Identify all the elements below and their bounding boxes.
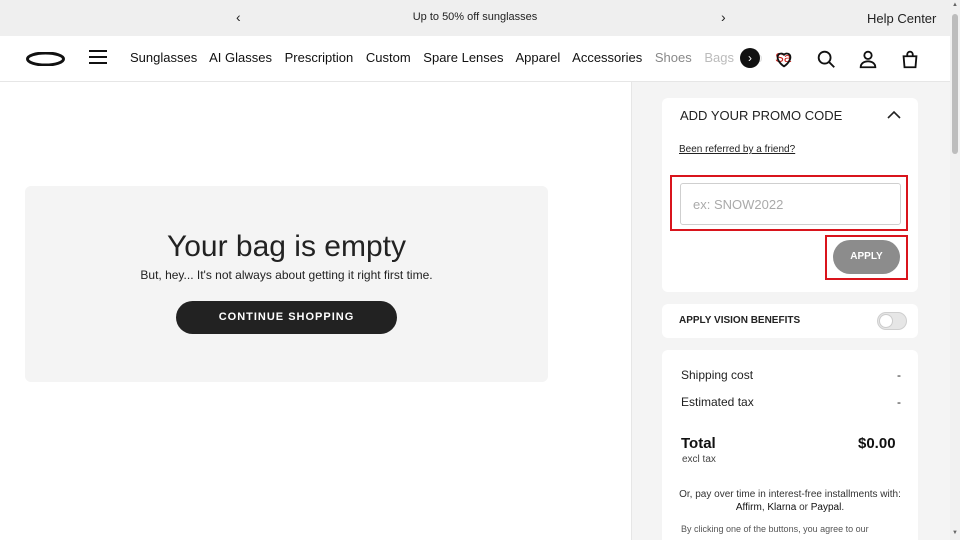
chevron-up-icon[interactable] (886, 108, 902, 122)
promo-next-icon[interactable]: › (721, 9, 726, 25)
vision-benefits-toggle[interactable] (877, 312, 907, 330)
promo-code-input[interactable] (680, 183, 901, 225)
empty-bag-title: Your bag is empty (166, 230, 407, 263)
or-text: or (799, 502, 808, 513)
heart-icon[interactable] (773, 48, 795, 70)
nav-sunglasses[interactable]: Sunglasses (130, 50, 197, 65)
nav-bags[interactable]: Bags (704, 50, 734, 65)
bag-icon[interactable] (899, 48, 921, 70)
help-center-link[interactable]: Help Center (867, 11, 936, 26)
terms-agree-text: By clicking one of the buttons, you agre… (681, 524, 869, 534)
chevron-right-icon[interactable]: › (740, 48, 760, 68)
total-label: Total (681, 435, 716, 452)
nav-prescription[interactable]: Prescription (285, 50, 354, 65)
total-value: $0.00 (858, 435, 896, 452)
oakley-logo-icon[interactable] (26, 52, 65, 66)
category-nav: Sunglasses AI Glasses Prescription Custo… (130, 50, 800, 65)
continue-shopping-button[interactable]: CONTINUE SHOPPING (176, 301, 397, 334)
period-text: . (841, 502, 845, 513)
vision-benefits-label: APPLY VISION BENEFITS (679, 315, 801, 326)
installments-prefix: Or, pay over time in interest-free insta… (679, 489, 901, 500)
excl-tax-note: excl tax (682, 454, 716, 465)
estimated-tax-label: Estimated tax (681, 395, 754, 409)
nav-spare-lenses[interactable]: Spare Lenses (423, 50, 503, 65)
scroll-down-icon[interactable]: ▼ (952, 530, 958, 536)
nav-custom[interactable]: Custom (366, 50, 411, 65)
nav-accessories[interactable]: Accessories (572, 50, 642, 65)
main-navbar: Sunglasses AI Glasses Prescription Custo… (0, 36, 950, 82)
nav-apparel[interactable]: Apparel (515, 50, 560, 65)
scroll-up-icon[interactable]: ▲ (952, 2, 958, 8)
scrollbar-thumb[interactable] (952, 14, 958, 154)
installments-text: Or, pay over time in interest-free insta… (675, 488, 905, 514)
nav-ai-glasses[interactable]: AI Glasses (209, 50, 272, 65)
apply-promo-button[interactable]: APPLY (833, 240, 900, 274)
empty-bag-subtitle: But, hey... It's not always about gettin… (140, 268, 433, 282)
nav-shoes[interactable]: Shoes (655, 50, 692, 65)
shipping-cost-value: - (897, 368, 901, 382)
promo-bar: ‹ Up to 50% off sunglasses › Help Center (0, 0, 960, 36)
sep-comma: , (761, 502, 765, 513)
search-icon[interactable] (815, 48, 837, 70)
toggle-knob (879, 314, 893, 328)
paypal-text: Paypal (810, 502, 842, 513)
user-icon[interactable] (857, 48, 879, 70)
estimated-tax-value: - (897, 395, 901, 409)
promo-message[interactable]: Up to 50% off sunglasses (0, 11, 950, 23)
menu-icon[interactable] (89, 50, 107, 66)
shipping-cost-label: Shipping cost (681, 368, 754, 382)
klarna-text: Klarna (767, 502, 797, 513)
referred-friend-link[interactable]: Been referred by a friend? (679, 144, 795, 155)
empty-bag-card: Your bag is empty But, hey... It's not a… (25, 186, 548, 382)
promo-code-title[interactable]: ADD YOUR PROMO CODE (680, 108, 842, 123)
page-scrollbar[interactable]: ▲ ▼ (950, 0, 960, 540)
affirm-text: Affirm (735, 502, 762, 513)
